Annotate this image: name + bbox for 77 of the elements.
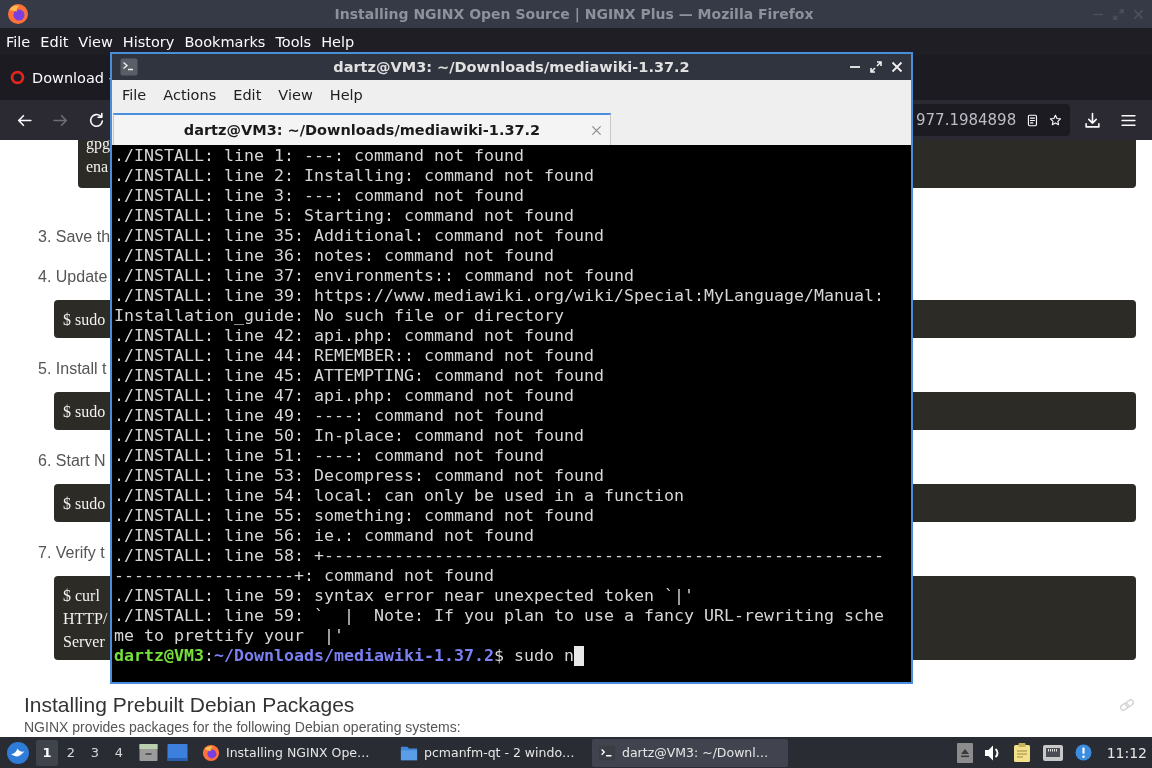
menu-item[interactable]: Help [329, 87, 363, 103]
terminal-icon [598, 743, 616, 762]
menu-item[interactable]: Tools [275, 33, 312, 50]
code-line: Server [63, 631, 105, 652]
output-line: ./INSTALL: line 2: Installing: command not found [114, 166, 595, 186]
prompt-line: dartz@VM3:~/Downloads/mediawiki-1.37.2$ sudo n [114, 646, 574, 666]
output-line: ./INSTALL: line 49: ----: command not found [114, 406, 545, 426]
output-line: ./INSTALL: line 59: syntax error near unexpected token `|' [114, 586, 695, 606]
output-line: ./INSTALL: line 58: +--------------------------------------------------------------------------+: command not found [114, 546, 884, 586]
workspace-button[interactable]: 1 [36, 739, 58, 766]
code-line: gpg [86, 140, 110, 155]
output-line: ./INSTALL: line 35: Additional: command not found [114, 226, 605, 246]
eject-icon[interactable] [956, 742, 973, 763]
cabinet-icon[interactable] [138, 742, 159, 763]
network-icon[interactable] [1041, 743, 1064, 762]
output-line: ./INSTALL: line 47: api.php: command not found [114, 386, 575, 406]
address-field[interactable]: 977.1984898 [912, 104, 1070, 136]
output-line: ./INSTALL: line 50: In-place: command not found [114, 426, 585, 446]
alert-icon[interactable] [1074, 744, 1092, 761]
download-icon [1083, 111, 1101, 129]
menu-item[interactable]: History [122, 33, 175, 50]
ring-icon [10, 70, 25, 85]
window-icon[interactable] [167, 742, 188, 763]
reload-icon [87, 111, 105, 129]
menu-item[interactable]: Help [321, 33, 355, 50]
menu-item[interactable]: View [78, 33, 113, 50]
window-title: dartz@VM3: ~/Downloads/mediawiki-1.37.2 [333, 59, 690, 75]
menu-item[interactable]: File [6, 33, 31, 50]
output-line: ./INSTALL: line 55: something: command not found [114, 506, 595, 526]
menu-item[interactable]: Bookmarks [184, 33, 266, 50]
menu-item[interactable]: Edit [233, 87, 262, 103]
workspace-button[interactable]: 2 [60, 739, 82, 766]
code-line: $ curl [63, 585, 100, 606]
code-line: $ sudo [63, 309, 106, 330]
code-line: ena [86, 157, 109, 177]
output-line: ./INSTALL: line 45: ATTEMPTING: command not found [114, 366, 605, 386]
menu-item[interactable]: Edit [40, 33, 69, 50]
step-text: 4. Update [38, 267, 108, 287]
output-line: ./INSTALL: line 37: environments:: command not found [114, 266, 635, 286]
output-line: ./INSTALL: line 39: https://www.mediawiki.org/wiki/Special:MyLanguage/Manual:Installation_guide: No such file or directory [114, 286, 884, 326]
code-line: HTTP/ [63, 608, 108, 629]
output-line: ./INSTALL: line 36: notes: command not found [114, 246, 555, 266]
clipboard-icon[interactable] [1012, 742, 1031, 763]
window-title: Installing NGINX Open Source | NGINX Plus — Mozilla Firefox [334, 6, 814, 22]
url-text: 977.1984898 [916, 111, 1017, 129]
output-line: ./INSTALL: line 44: REMEMBER:: command not found [114, 346, 595, 366]
output-line: ./INSTALL: line 54: local: can only be used in a function [114, 486, 685, 506]
output-line: ./INSTALL: line 53: Decompress: command not found [114, 466, 605, 486]
browser-tab[interactable]: Download - [0, 59, 114, 96]
step-text: 5. Install t [38, 359, 107, 379]
step-text: 7. Verify t [38, 543, 105, 563]
clock-text: 11:12 [1106, 744, 1147, 761]
output-line: ./INSTALL: line 1: ---: command not found [114, 146, 525, 166]
terminal-tab[interactable]: dartz@VM3: ~/Downloads/mediawiki-1.37.2 [113, 113, 611, 145]
task-button[interactable]: dartz@VM3: ~/Downl… [592, 738, 788, 767]
task-button[interactable]: Installing NGINX Ope… [196, 738, 392, 767]
workspace-button[interactable]: 3 [84, 739, 106, 766]
output-line: ./INSTALL: line 3: ---: command not found [114, 186, 525, 206]
menu-item[interactable]: View [278, 87, 313, 103]
menu-item[interactable]: Actions [163, 87, 217, 103]
section-heading: Installing Prebuilt Debian Packages [24, 692, 355, 718]
code-line: $ sudo [63, 401, 106, 422]
output-line: ./INSTALL: line 56: ie.: command not found [114, 526, 535, 546]
workspace-button[interactable]: 4 [108, 739, 130, 766]
step-text: 3. Save th [38, 227, 111, 247]
code-line: $ sudo [63, 493, 106, 514]
output-line: ./INSTALL: line 51: ----: command not found [114, 446, 545, 466]
menu-item[interactable]: File [122, 87, 147, 103]
browser-logo-icon [7, 3, 29, 25]
browser-logo-icon [202, 743, 220, 762]
output-line: ./INSTALL: line 42: api.php: command not found [114, 326, 575, 346]
output-line: ./INSTALL: line 5: Starting: command not found [114, 206, 575, 226]
step-text: 6. Start N [38, 451, 106, 471]
app-menu-icon[interactable] [6, 740, 30, 765]
paragraph-text: NGINX provides packages for the following Debian operating systems: [24, 720, 461, 735]
terminal-icon [120, 58, 138, 76]
task-button[interactable]: pcmanfm-qt - 2 windo… [394, 738, 590, 767]
